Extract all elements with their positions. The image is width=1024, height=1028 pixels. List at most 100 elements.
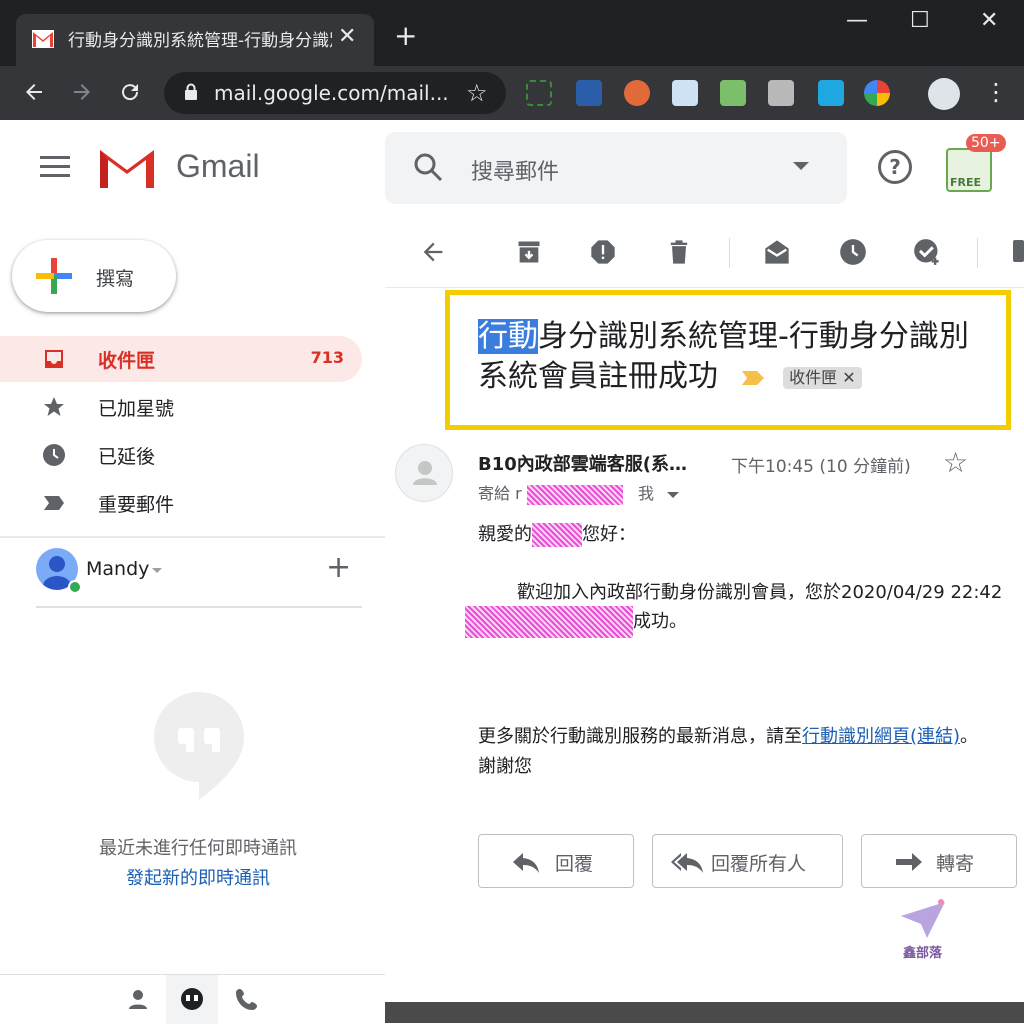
sender-name[interactable]: B10內政部雲端客服(系…	[478, 450, 718, 476]
sidebar-item-snoozed[interactable]: 已延後	[0, 432, 362, 478]
reply-all-arrow-icon	[671, 853, 703, 873]
forward-arrow-icon	[896, 853, 922, 871]
sidebar: 撰寫 收件匣 713 已加星號 已延後 重要郵件 Mandy + 最近未進行任何…	[0, 216, 385, 1024]
back-arrow-icon[interactable]	[22, 80, 46, 104]
start-chat-link[interactable]: 發起新的即時通訊	[0, 864, 396, 890]
search-input[interactable]: 搜尋郵件	[471, 154, 559, 186]
important-marker-icon[interactable]	[741, 370, 764, 385]
search-icon[interactable]	[413, 152, 443, 182]
mail-search-box[interactable]: 搜尋郵件	[385, 132, 847, 204]
mail-tracker-free-button[interactable]: FREE 50+	[946, 134, 1006, 194]
mail-tracker-extension-icon[interactable]	[720, 80, 746, 106]
chats-tab[interactable]	[166, 975, 218, 1024]
add-to-tasks-icon[interactable]	[913, 238, 941, 266]
to-me: 我	[638, 484, 655, 503]
tab-title: 行動身分識別系統管理-行動身分識別	[68, 31, 332, 51]
profile-avatar[interactable]	[928, 78, 960, 110]
gmail-wordmark: Gmail	[176, 148, 260, 184]
new-conversation-plus-icon[interactable]: +	[326, 550, 351, 585]
status-dropdown-icon[interactable]	[152, 568, 162, 573]
snooze-clock-icon[interactable]	[839, 238, 867, 266]
sender-avatar[interactable]	[395, 444, 453, 502]
briefcase-extension-icon[interactable]	[768, 80, 794, 106]
color-extension-icon[interactable]	[864, 80, 890, 106]
reply-all-button[interactable]: 回覆所有人	[652, 834, 843, 888]
reading-pane: 行動身分識別系統管理-行動身分識別系統會員註冊成功 收件匣 ✕ B10內政部雲端…	[385, 216, 1024, 1023]
search-extension-icon[interactable]	[576, 80, 602, 106]
window-close-button[interactable]: ✕	[980, 8, 998, 33]
move-to-icon[interactable]	[1011, 238, 1024, 266]
more-info-text: 更多關於行動識別服務的最新消息，請至	[478, 726, 802, 747]
help-icon[interactable]: ?	[878, 150, 912, 184]
greeting-line: 親愛的 您好：	[478, 520, 636, 547]
compose-button[interactable]: 撰寫	[12, 240, 176, 312]
compose-plus-icon	[36, 258, 72, 294]
browser-tab[interactable]: 行動身分識別系統管理-行動身分識別 ✕	[16, 14, 374, 66]
redacted-block	[526, 484, 623, 505]
sidebar-divider	[0, 536, 385, 538]
show-details-caret-icon[interactable]	[667, 491, 680, 498]
hangouts-bottom-bar	[0, 974, 385, 1024]
greeting-suffix: 您好：	[582, 524, 636, 545]
reload-icon[interactable]	[118, 80, 142, 104]
more-info-end: 。	[960, 726, 979, 747]
sidebar-item-label: 收件匣	[98, 350, 156, 372]
to-prefix: 寄給 r	[478, 484, 522, 503]
search-options-caret-icon[interactable]	[793, 162, 809, 170]
inbox-icon	[45, 350, 63, 368]
forward-button[interactable]: 轉寄	[861, 834, 1017, 888]
sidebar-item-label: 已延後	[98, 446, 156, 468]
maximize-button[interactable]: ☐	[910, 8, 930, 33]
message-action-bar	[385, 216, 1024, 288]
minimize-button[interactable]: —	[846, 8, 868, 33]
sidebar-item-important[interactable]: 重要郵件	[0, 480, 362, 526]
close-tab-icon[interactable]: ✕	[338, 24, 356, 49]
forward-arrow-icon[interactable]	[70, 80, 94, 104]
recipient-line: 寄給 r 我	[478, 480, 680, 505]
person-icon	[129, 990, 147, 1009]
star-icon	[44, 397, 64, 416]
sidebar-item-inbox[interactable]: 收件匣 713	[0, 336, 362, 382]
important-icon	[44, 496, 64, 510]
report-spam-icon[interactable]	[589, 238, 617, 266]
contacts-tab[interactable]	[112, 975, 164, 1024]
phone-tab[interactable]	[222, 975, 274, 1024]
message-time: 下午10:45 (10 分鐘前)	[731, 457, 911, 477]
hangouts-user[interactable]: Mandy +	[36, 548, 366, 604]
subject-text: 身分識別系統管理-行動身分識別系統會員註冊成功	[478, 319, 969, 394]
screenshot-extension-icon[interactable]	[526, 80, 552, 106]
archive-icon[interactable]	[515, 238, 543, 266]
reply-button[interactable]: 回覆	[478, 834, 634, 888]
notes-extension-icon[interactable]	[672, 80, 698, 106]
main-menu-icon[interactable]	[40, 156, 70, 180]
url-text: mail.google.com/mail...	[214, 81, 449, 105]
star-message-icon[interactable]: ☆	[943, 446, 968, 479]
mark-unread-icon[interactable]	[763, 238, 791, 266]
hangouts-quote-icon	[181, 988, 203, 1010]
selected-text: 行動	[478, 319, 538, 354]
remove-label-icon[interactable]: ✕	[842, 368, 855, 387]
lock-icon	[185, 83, 197, 100]
online-status-icon	[68, 580, 82, 594]
label-chip-text: 收件匣	[789, 367, 838, 387]
redacted-block	[532, 523, 582, 547]
new-tab-button[interactable]: +	[394, 22, 417, 50]
sidebar-item-starred[interactable]: 已加星號	[0, 384, 362, 430]
owl-extension-icon[interactable]	[624, 80, 650, 106]
sidebar-item-label: 已加星號	[98, 398, 175, 420]
thanks-line: 謝謝您	[478, 756, 532, 777]
inbox-label-chip[interactable]: 收件匣 ✕	[783, 366, 862, 389]
share-extension-icon[interactable]	[818, 80, 844, 106]
service-page-link[interactable]: 行動識別網頁(連結)	[802, 726, 960, 747]
reply-label: 回覆	[555, 853, 594, 875]
greeting-prefix: 親愛的	[478, 524, 532, 545]
bookmark-star-icon[interactable]: ☆	[466, 79, 488, 107]
gmail-header: Gmail 搜尋郵件 ? FREE 50+	[0, 120, 1024, 216]
gmail-logo-icon[interactable]	[98, 146, 156, 190]
browser-menu-icon[interactable]: ⋮	[984, 78, 1008, 106]
more-info-line: 更多關於行動識別服務的最新消息，請至行動識別網頁(連結)。	[478, 722, 978, 748]
phone-icon	[236, 989, 257, 1010]
delete-icon[interactable]	[665, 238, 693, 266]
back-to-inbox-icon[interactable]	[419, 238, 447, 266]
address-bar[interactable]: mail.google.com/mail... ☆	[164, 72, 506, 114]
